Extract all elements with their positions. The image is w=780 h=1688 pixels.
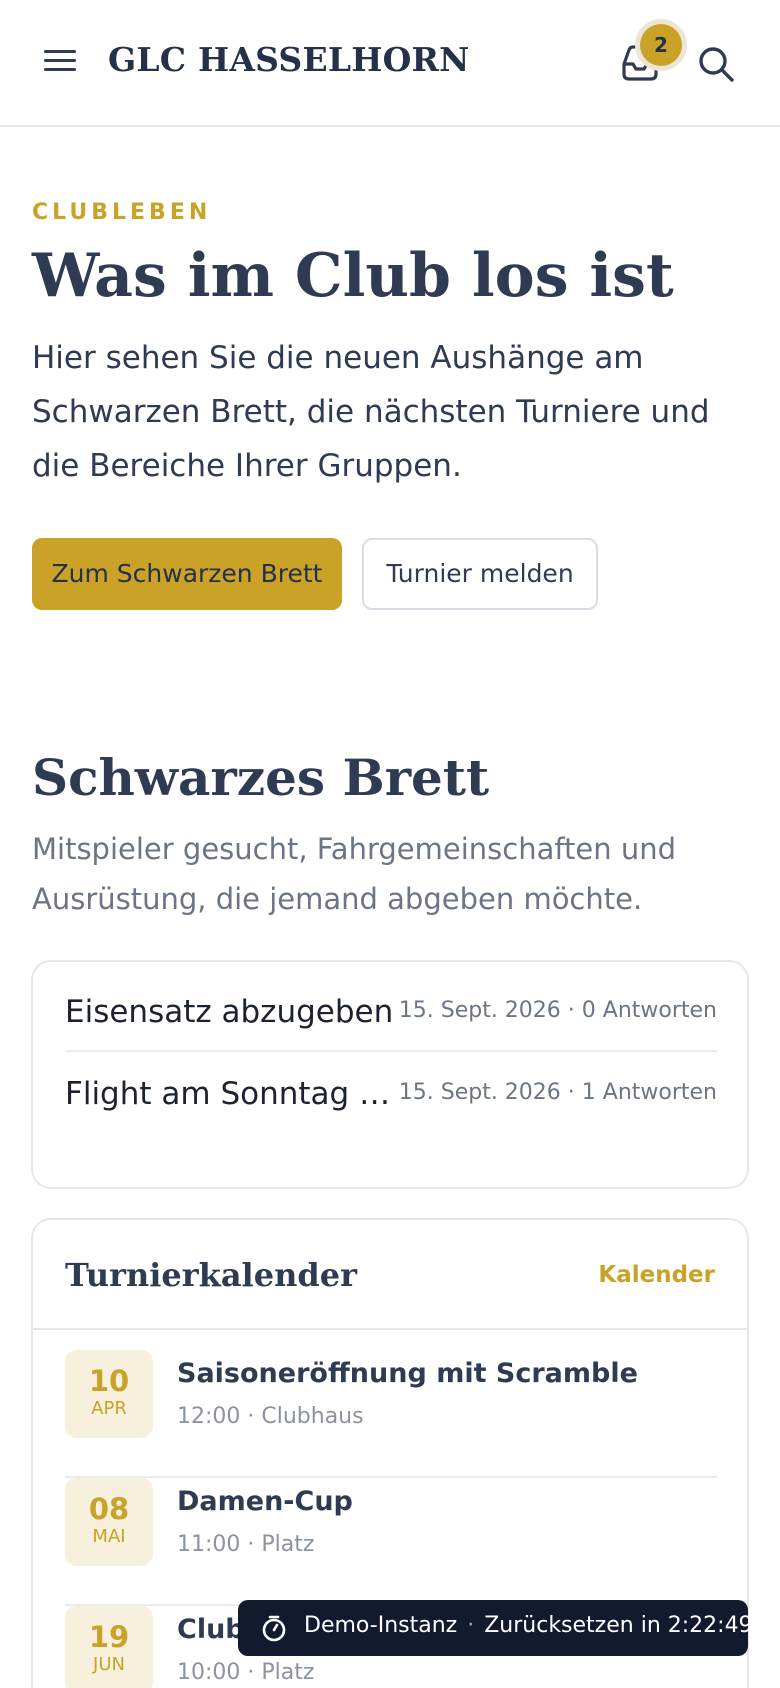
demo-instance-banner: Demo-Instanz · Zurücksetzen in 2:22:49 <box>238 1600 753 1656</box>
register-tournament-button[interactable]: Turnier melden <box>362 538 598 610</box>
board-post-title: Flight am Sonntag gesucht <box>65 1076 405 1112</box>
hero-title: Was im Club los ist <box>32 241 674 311</box>
event-day: 08 <box>88 1492 130 1526</box>
event-day: 10 <box>88 1364 130 1398</box>
inbox-count-badge: 2 <box>640 24 682 66</box>
board-post[interactable]: Flight am Sonntag gesucht 15. Sept. 2026… <box>65 1052 717 1134</box>
event-title: Damen-Cup <box>177 1486 353 1517</box>
demo-reset-countdown: Zurücksetzen in 2:22:49 <box>484 1613 753 1638</box>
calendar-event[interactable]: 08 MAI Damen-Cup 11:00 · Platz <box>65 1478 717 1606</box>
event-date: 19 JUN <box>65 1606 153 1688</box>
board-post-meta: 15. Sept. 2026 · 0 Antworten <box>398 998 717 1023</box>
top-bar: GLC HASSELHORN 2 <box>0 0 780 127</box>
brand-name[interactable]: GLC HASSELHORN <box>108 40 470 79</box>
board-card: Eisensatz abzugeben 15. Sept. 2026 · 0 A… <box>31 960 749 1189</box>
event-date: 08 MAI <box>65 1478 153 1566</box>
board-button[interactable]: Zum Schwarzen Brett <box>32 538 342 610</box>
board-post-meta: 15. Sept. 2026 · 1 Antworten <box>398 1080 717 1105</box>
event-month: APR <box>91 1398 127 1419</box>
calendar-title: Turnierkalender <box>65 1256 357 1294</box>
stopwatch-icon <box>260 1614 288 1642</box>
board-section-title: Schwarzes Brett <box>32 748 490 807</box>
hero-description: Hier sehen Sie die neuen Aushänge am Sch… <box>32 340 710 484</box>
event-month: MAI <box>92 1526 126 1547</box>
board-post-title: Eisensatz abzugeben <box>65 994 394 1030</box>
event-day: 19 <box>88 1620 130 1654</box>
event-meta: 11:00 · Platz <box>177 1532 315 1557</box>
search-icon[interactable] <box>696 44 736 84</box>
event-meta: 10:00 · Platz <box>177 1660 315 1685</box>
event-month: JUN <box>93 1654 125 1675</box>
calendar-event[interactable]: 10 APR Saisoneröffnung mit Scramble 12:0… <box>65 1350 717 1478</box>
event-title: Saisoneröffnung mit Scramble <box>177 1358 638 1389</box>
demo-separator: · <box>467 1613 475 1638</box>
demo-text: Demo-Instanz · Zurücksetzen in 2:22:49 <box>304 1613 753 1638</box>
hero-section: CLUBLEBEN Was im Club los ist Hier sehen… <box>32 200 752 493</box>
calendar-link[interactable]: Kalender <box>598 1262 715 1288</box>
event-meta: 12:00 · Clubhaus <box>177 1404 364 1429</box>
calendar-header: Turnierkalender Kalender <box>33 1220 747 1330</box>
demo-label: Demo-Instanz <box>304 1613 458 1638</box>
hero-eyebrow: CLUBLEBEN <box>32 200 212 225</box>
hamburger-menu-icon[interactable] <box>44 46 84 84</box>
board-section-subtitle: Mitspieler gesucht, Fahrgemeinschaften u… <box>32 832 677 916</box>
board-post[interactable]: Eisensatz abzugeben 15. Sept. 2026 · 0 A… <box>65 970 717 1052</box>
event-date: 10 APR <box>65 1350 153 1438</box>
